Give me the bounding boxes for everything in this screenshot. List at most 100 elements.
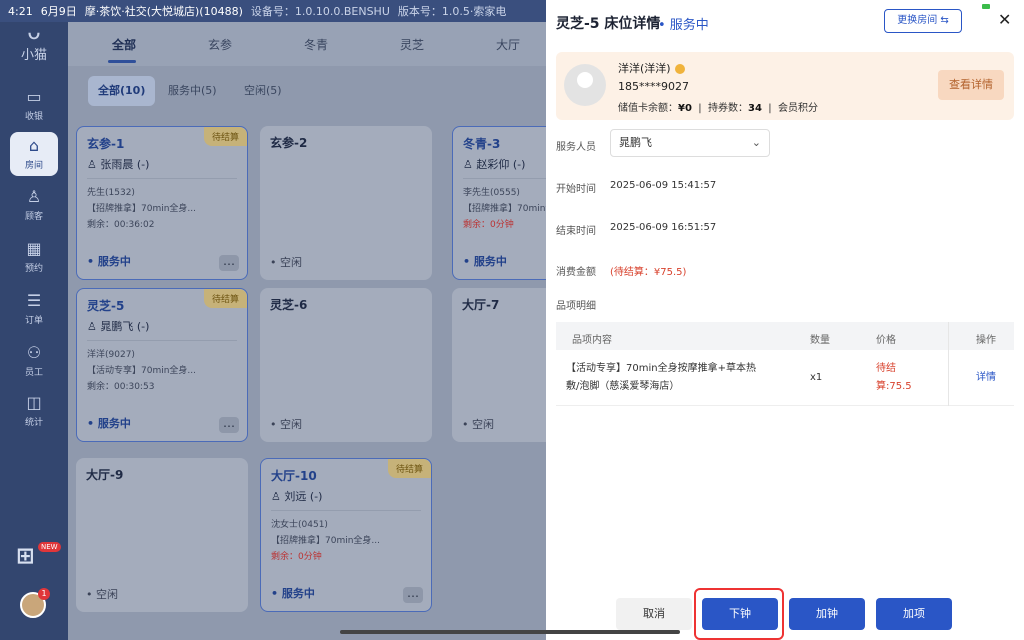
staff-select[interactable]: 晁鹏飞 ⌄	[610, 129, 770, 157]
room-staff: ♙ 赵彩仰 (-)	[463, 158, 526, 171]
sidebar-item-customers[interactable]: ♙ 顾客	[0, 188, 68, 223]
sidebar-item-label: 员工	[24, 368, 43, 378]
sidebar-item-label: 顾客	[24, 212, 43, 222]
filter-idle[interactable]: 空闲(5)	[234, 76, 292, 106]
room-name: 冬青-3	[463, 137, 501, 151]
item-price-1: 待结	[876, 363, 896, 374]
staff-icon: ⚇	[26, 343, 42, 362]
table-row: 【活动专享】70min全身按摩推拿+草本热 敷/泡脚（慈溪爱琴海店） x1 待结…	[556, 350, 1014, 406]
more-icon[interactable]: …	[219, 255, 239, 271]
member-stats: 储值卡余额：¥0 | 持券数：34 | 会员积分	[618, 103, 819, 114]
room-status: • 服务中	[87, 417, 131, 430]
tab-all[interactable]: 全部	[112, 36, 136, 53]
room-card[interactable]: 灵芝-5 待结算 ♙ 晁鹏飞 (-) 洋洋(9027) 【活动专享】70min全…	[76, 288, 248, 442]
tab-dongqing[interactable]: 冬青	[304, 36, 328, 53]
chart-icon: ◫	[26, 393, 42, 412]
room-card[interactable]: 大厅-10 待结算 ♙ 刘远 (-) 沈女士(0451) 【招牌推拿】70min…	[260, 458, 432, 612]
sidebar-item-label: 预约	[24, 264, 43, 274]
sidebar: ᴗ 小猫 ▭ 收银 ⌂ 房间 ♙ 顾客 ▦ 预约 ☰ 订单 ⚇ 员工 ◫ 统计 …	[0, 0, 68, 640]
room-card[interactable]: 冬青-3 ♙ 赵彩仰 (-) 李先生(0555) 【招牌推拿】70min全...…	[452, 126, 546, 280]
end-time-value: 2025-06-09 16:51:57	[610, 222, 717, 233]
view-details-button[interactable]: 查看详情	[938, 70, 1004, 100]
store-name: 摩·茶饮·社交(大悦城店)(10488)	[84, 5, 243, 18]
item-price-2: 算:75.5	[876, 381, 912, 392]
pending-settle-tag: 待结算	[203, 289, 247, 308]
member-phone: 185****9027	[618, 80, 689, 93]
room-service: 【招牌推拿】70min全...	[463, 204, 546, 214]
sidebar-item-staff[interactable]: ⚇ 员工	[0, 343, 68, 379]
room-status: • 服务中	[271, 587, 315, 600]
more-icon[interactable]: …	[219, 417, 239, 433]
room-status: • 服务中	[463, 255, 507, 268]
avatar	[564, 64, 606, 106]
room-status: • 服务中	[87, 255, 131, 268]
pending-settle-tag: 待结算	[387, 459, 431, 478]
status-date: 6月9日	[40, 5, 77, 18]
tab-lingzhi[interactable]: 灵芝	[400, 36, 424, 53]
member-card: 洋洋(洋洋) 185****9027 储值卡余额：¥0 | 持券数：34 | 会…	[556, 52, 1014, 120]
items-label: 品项明细	[556, 301, 596, 312]
add-item-button[interactable]: 加项	[876, 598, 952, 630]
room-customer: 洋洋(9027)	[87, 350, 135, 360]
room-board: 全部 玄参 冬青 灵芝 大厅 全部(10) 服务中(5) 空闲(5) 玄参-1 …	[68, 22, 546, 640]
start-time-value: 2025-06-09 15:41:57	[610, 180, 717, 191]
room-customer: 李先生(0555)	[463, 188, 520, 198]
room-staff: ♙ 晁鹏飞 (-)	[87, 320, 150, 333]
device-number: 设备号：1.0.10.0.BENSHU	[250, 5, 390, 18]
room-name: 灵芝-6	[270, 298, 308, 312]
add-clock-button[interactable]: 加钟	[789, 598, 865, 630]
room-card[interactable]: 玄参-2 • 空闲	[260, 126, 432, 280]
version-number: 版本号：1.0.5·索家电	[397, 5, 507, 18]
room-service: 【活动专享】70min全身...	[87, 366, 197, 376]
items-table-header: 品项内容 数量 价格 操作	[556, 322, 1014, 350]
room-remaining: 剩余：00:30:53	[87, 382, 155, 392]
notification-badge: 1	[38, 588, 50, 600]
tab-hall[interactable]: 大厅	[496, 36, 520, 53]
room-card[interactable]: 大厅-9 • 空闲	[76, 458, 248, 612]
monitor-icon: ▭	[26, 87, 42, 106]
end-clock-button[interactable]: 下钟	[702, 598, 778, 630]
vip-icon	[674, 64, 685, 74]
home-icon: ⌂	[28, 136, 40, 155]
sidebar-item-rooms[interactable]: ⌂ 房间	[0, 132, 68, 176]
status-time: 4:21	[8, 4, 33, 18]
room-customer: 先生(1532)	[87, 188, 135, 198]
staff-label: 服务人员	[556, 142, 596, 153]
room-remaining: 剩余：00:36:02	[87, 220, 155, 230]
room-card[interactable]: 大厅-7 • 空闲	[452, 288, 546, 442]
sidebar-item-label: 房间	[24, 161, 43, 171]
room-card[interactable]: 灵芝-6 • 空闲	[260, 288, 432, 442]
start-time-label: 开始时间	[556, 184, 596, 195]
bed-detail-panel: 灵芝-5 床位详情 • 服务中 更换房间 ⇆ ✕ 洋洋(洋洋) 185****9…	[546, 0, 1024, 640]
pending-settle-tag: 待结算	[203, 127, 247, 146]
room-status: • 空闲	[270, 256, 302, 269]
tab-xuanshen[interactable]: 玄参	[208, 36, 232, 53]
sidebar-item-orders[interactable]: ☰ 订单	[0, 292, 68, 327]
room-service: 【招牌推拿】70min全身...	[271, 536, 381, 546]
amount-label: 消费金额	[556, 267, 596, 278]
panel-header: 灵芝-5 床位详情 • 服务中 更换房间 ⇆ ✕	[546, 0, 1024, 44]
close-icon[interactable]: ✕	[998, 10, 1011, 29]
more-icon[interactable]: …	[403, 587, 423, 603]
cancel-button[interactable]: 取消	[616, 598, 692, 630]
battery-icon	[982, 4, 990, 9]
room-staff: ♙ 刘远 (-)	[271, 490, 323, 503]
item-qty: x1	[810, 372, 823, 383]
change-room-button[interactable]: 更换房间 ⇆	[884, 9, 962, 33]
room-name: 玄参-2	[270, 136, 308, 150]
sidebar-item-booking[interactable]: ▦ 预约	[0, 240, 68, 275]
room-remaining: 剩余：0分钟	[271, 552, 322, 562]
item-content-2: 敷/泡脚（慈溪爱琴海店）	[566, 381, 680, 392]
sidebar-item-cashier[interactable]: ▭ 收银	[0, 87, 68, 123]
room-card[interactable]: 玄参-1 待结算 ♙ 张雨晨 (-) 先生(1532) 【招牌推拿】70min全…	[76, 126, 248, 280]
sidebar-item-stats[interactable]: ◫ 统计	[0, 393, 68, 429]
filter-all[interactable]: 全部(10)	[88, 76, 156, 106]
home-indicator[interactable]	[340, 630, 680, 634]
header-price: 价格	[876, 335, 896, 346]
sidebar-item-label: 收银	[24, 112, 43, 122]
room-staff: ♙ 张雨晨 (-)	[87, 158, 150, 171]
panel-status: • 服务中	[658, 18, 709, 33]
filter-in-service[interactable]: 服务中(5)	[158, 76, 227, 106]
room-status: • 空闲	[86, 588, 118, 601]
status-bar: 4:21 6月9日 摩·茶饮·社交(大悦城店)(10488) 设备号：1.0.1…	[0, 0, 546, 22]
